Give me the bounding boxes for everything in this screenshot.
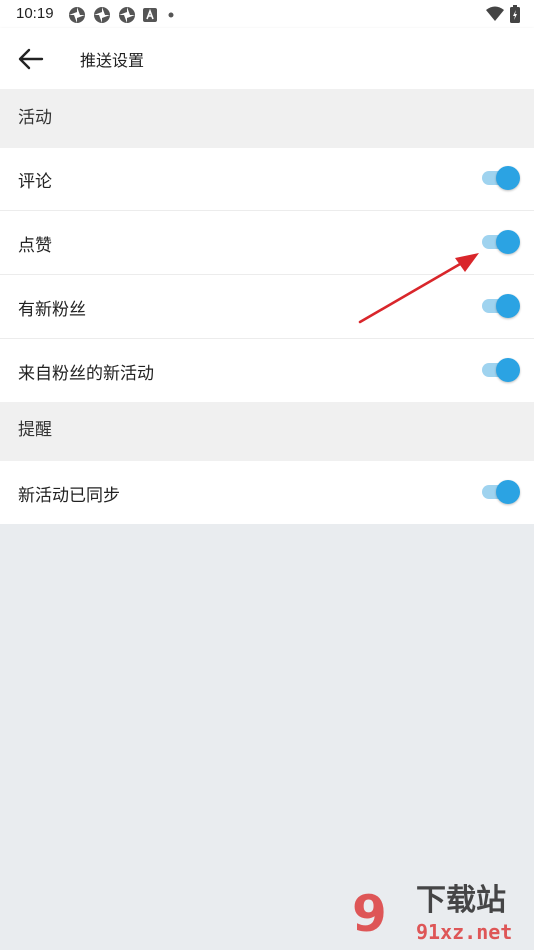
toggle-knob [496,230,520,254]
setting-row-activity-synced[interactable]: 新活动已同步 [0,461,534,524]
toggle-new-followers[interactable] [482,294,520,318]
page-title: 推送设置 [80,51,145,70]
annotation-arrow-icon [358,253,479,324]
status-system-icons [486,5,520,23]
setting-label: 评论 [18,172,52,192]
watermark-text: 下载站 [416,883,506,918]
watermark-domain: 91xz.net [416,920,513,944]
app-bar: 推送设置 [0,28,534,89]
toggle-knob [496,480,520,504]
toggle-likes[interactable] [482,230,520,254]
battery-icon [510,5,520,23]
setting-label: 新活动已同步 [18,486,120,506]
watermark-number: 9 [352,885,387,943]
arrow-left-icon [18,48,44,70]
toggle-comments[interactable] [482,166,520,190]
a-badge-icon [143,8,157,22]
toggle-knob [496,358,520,382]
pinwheel-icon [119,7,135,23]
wifi-icon [486,6,504,21]
section-header-activity: 活动 [0,89,534,148]
pinwheel-icon [94,7,110,23]
setting-label: 点赞 [18,236,52,256]
pinwheel-icon [69,7,85,23]
setting-label: 有新粉丝 [18,300,86,320]
setting-row-follower-activity[interactable]: 来自粉丝的新活动 [0,339,534,402]
setting-label: 来自粉丝的新活动 [18,364,154,384]
status-bar: 10:19 [0,0,534,28]
section-header-reminders: 提醒 [0,402,534,461]
back-button[interactable] [16,44,46,74]
watermark-logo: 9 下载站 91xz.net [352,884,528,946]
status-notification-icons [68,6,178,24]
status-time: 10:19 [16,5,54,22]
toggle-knob [496,166,520,190]
toggle-activity-synced[interactable] [482,480,520,504]
toggle-knob [496,294,520,318]
toggle-follower-activity[interactable] [482,358,520,382]
setting-row-comments[interactable]: 评论 [0,148,534,211]
dot-icon [168,12,174,18]
